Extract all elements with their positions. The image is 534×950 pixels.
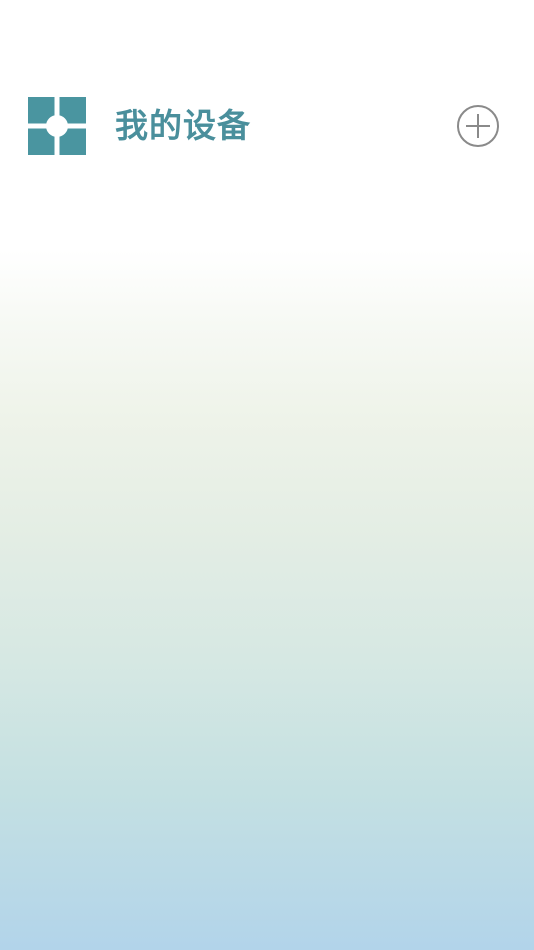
page-title: 我的设备	[115, 106, 251, 145]
plus-circle-icon	[457, 105, 499, 147]
device-list-area	[0, 190, 534, 950]
app-header: 我的设备	[0, 0, 534, 190]
four-squares-icon	[28, 97, 86, 155]
add-device-button[interactable]	[456, 104, 500, 148]
